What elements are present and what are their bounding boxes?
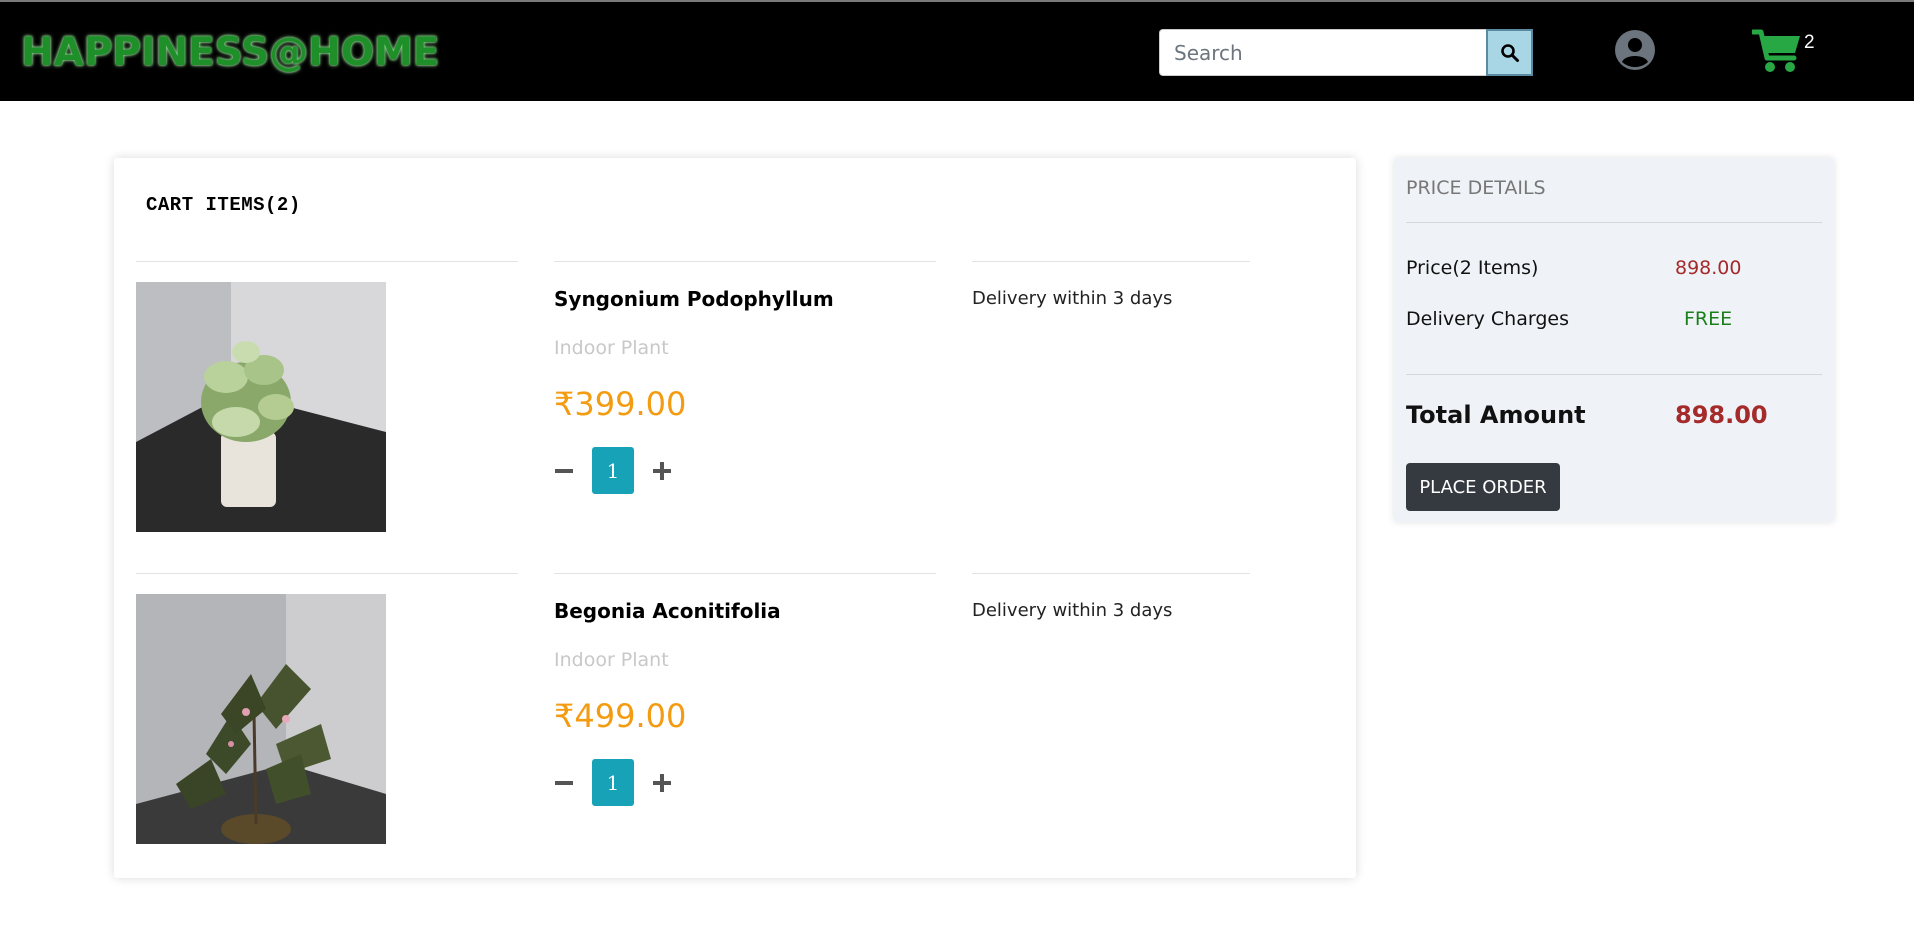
quantity-value: 1 bbox=[592, 447, 634, 494]
product-name[interactable]: Syngonium Podophyllum bbox=[554, 287, 834, 311]
quantity-stepper: 1 bbox=[554, 759, 672, 806]
increase-quantity-button[interactable] bbox=[652, 773, 672, 793]
cart-item: Syngonium Podophyllum Indoor Plant ₹399.… bbox=[136, 261, 1356, 561]
search-icon bbox=[1500, 43, 1519, 62]
delivery-charges-value: FREE bbox=[1684, 308, 1733, 330]
delivery-info: Delivery within 3 days bbox=[972, 288, 1173, 309]
decrease-quantity-button[interactable] bbox=[554, 461, 574, 481]
increase-quantity-button[interactable] bbox=[652, 461, 672, 481]
search-input[interactable] bbox=[1159, 29, 1486, 76]
product-price: ₹499.00 bbox=[554, 697, 687, 735]
product-category: Indoor Plant bbox=[554, 649, 669, 671]
divider bbox=[136, 573, 518, 574]
search-button[interactable] bbox=[1486, 29, 1533, 76]
decrease-quantity-button[interactable] bbox=[554, 773, 574, 793]
plus-icon bbox=[653, 773, 671, 792]
account-button[interactable] bbox=[1614, 29, 1656, 71]
product-category: Indoor Plant bbox=[554, 337, 669, 359]
divider bbox=[554, 573, 936, 574]
cart-count-badge: 2 bbox=[1804, 32, 1815, 53]
divider bbox=[554, 261, 936, 262]
brand-logo[interactable]: HAPPINESS@HOME bbox=[21, 30, 439, 75]
total-amount-value: 898.00 bbox=[1675, 401, 1768, 429]
cart-items-heading: CART ITEMS(2) bbox=[146, 194, 301, 216]
place-order-button[interactable]: PLACE ORDER bbox=[1406, 463, 1560, 511]
delivery-info: Delivery within 3 days bbox=[972, 600, 1173, 621]
product-price: ₹399.00 bbox=[554, 385, 687, 423]
divider bbox=[1406, 374, 1822, 375]
plus-icon bbox=[653, 461, 671, 480]
minus-icon bbox=[555, 468, 573, 473]
minus-icon bbox=[555, 780, 573, 785]
divider bbox=[136, 261, 518, 262]
divider bbox=[1406, 222, 1822, 223]
shopping-cart-icon bbox=[1750, 29, 1800, 72]
delivery-charges-label: Delivery Charges bbox=[1406, 308, 1569, 330]
product-image[interactable] bbox=[136, 282, 386, 532]
price-details-panel: PRICE DETAILS Price(2 Items) 898.00 Deli… bbox=[1394, 158, 1834, 522]
user-circle-icon bbox=[1615, 30, 1655, 70]
cart-items-panel: CART ITEMS(2) Syngonium Podophyllum Indo… bbox=[114, 158, 1356, 878]
price-label: Price(2 Items) bbox=[1406, 257, 1539, 279]
total-amount-label: Total Amount bbox=[1406, 401, 1586, 429]
quantity-stepper: 1 bbox=[554, 447, 672, 494]
divider bbox=[972, 573, 1250, 574]
price-details-heading: PRICE DETAILS bbox=[1406, 177, 1546, 199]
search-form bbox=[1159, 29, 1533, 76]
price-value: 898.00 bbox=[1675, 257, 1742, 279]
quantity-value: 1 bbox=[592, 759, 634, 806]
product-name[interactable]: Begonia Aconitifolia bbox=[554, 599, 781, 623]
divider bbox=[972, 261, 1250, 262]
top-navbar: HAPPINESS@HOME 2 bbox=[0, 0, 1914, 101]
cart-item: Begonia Aconitifolia Indoor Plant ₹499.0… bbox=[136, 573, 1356, 873]
product-image[interactable] bbox=[136, 594, 386, 844]
cart-button[interactable] bbox=[1750, 28, 1802, 74]
